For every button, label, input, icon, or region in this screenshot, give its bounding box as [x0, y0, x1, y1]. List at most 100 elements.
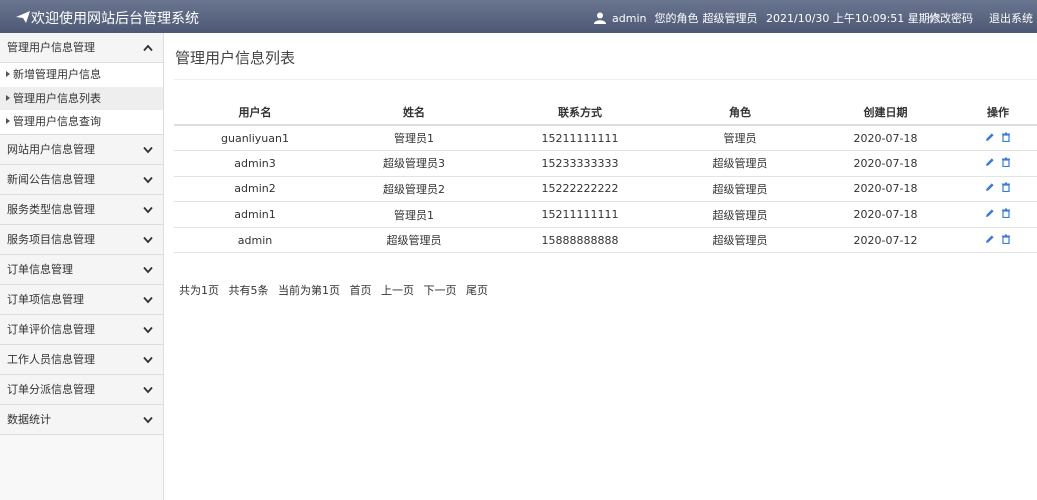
pager-last-link[interactable]: 尾页 [466, 284, 488, 297]
delete-trash-icon[interactable] [1001, 157, 1011, 167]
sidebar-item-label: 新增管理用户信息 [13, 68, 101, 81]
column-header-created: 创建日期 [812, 100, 959, 126]
sidebar-item-admin-query[interactable]: 管理用户信息查询 [0, 110, 163, 134]
admin-user-table: 用户名 姓名 联系方式 角色 创建日期 操作 guanliyuan1 管理员1 … [174, 100, 1037, 254]
sidebar-group-label: 工作人员信息管理 [7, 352, 95, 366]
chevron-up-icon [143, 44, 153, 52]
sidebar-group-label: 服务类型信息管理 [7, 202, 95, 216]
sidebar-group-order-dispatch[interactable]: 订单分派信息管理 [0, 374, 163, 405]
sidebar-group-orders[interactable]: 订单信息管理 [0, 254, 163, 285]
role-value: 超级管理员 [702, 12, 758, 25]
edit-pencil-icon[interactable] [985, 182, 995, 192]
sidebar-item-admin-list[interactable]: 管理用户信息列表 [0, 86, 163, 110]
cell-name: 管理员1 [336, 125, 492, 152]
edit-pencil-icon[interactable] [985, 157, 995, 167]
sidebar-group-staff[interactable]: 工作人员信息管理 [0, 344, 163, 375]
cell-contact: 15222222222 [492, 176, 668, 203]
cell-name: 超级管理员 [336, 227, 492, 254]
role-label: 您的角色 [654, 12, 699, 25]
change-password-link[interactable]: 修改密码 [929, 10, 973, 26]
sidebar-group-service-types[interactable]: 服务类型信息管理 [0, 194, 163, 225]
chevron-down-icon [143, 236, 153, 243]
pager-current-page: 当前为第1页 [278, 284, 340, 297]
pager-first-link[interactable]: 首页 [350, 284, 372, 297]
cell-actions [959, 201, 1037, 228]
delete-trash-icon[interactable] [1001, 182, 1011, 193]
app-brand: 欢迎使用网站后台管理系统 [16, 8, 199, 28]
sidebar-item-label: 管理用户信息查询 [13, 115, 101, 128]
chevron-down-icon [143, 356, 153, 363]
sidebar-group-site-users[interactable]: 网站用户信息管理 [0, 134, 163, 165]
edit-pencil-icon[interactable] [985, 208, 995, 218]
pager-total-pages: 共为1页 [179, 284, 219, 297]
top-header: 欢迎使用网站后台管理系统 admin 您的角色 超级管理员 2021/10/30… [0, 0, 1037, 33]
cell-role: 超级管理员 [668, 227, 812, 254]
cell-actions [959, 125, 1037, 152]
cell-actions [959, 227, 1037, 254]
sidebar-group-admin-users[interactable]: 管理用户信息管理 [0, 33, 163, 63]
delete-trash-icon[interactable] [1001, 132, 1011, 142]
app-title: 欢迎使用网站后台管理系统 [31, 11, 199, 27]
cell-created: 2020-07-12 [812, 227, 959, 254]
column-header-name: 姓名 [336, 100, 492, 126]
cell-created: 2020-07-18 [812, 176, 959, 203]
caret-right-icon [6, 71, 10, 77]
column-header-contact: 联系方式 [492, 100, 668, 126]
cell-name: 管理员1 [336, 201, 492, 228]
cell-username: admin [174, 227, 336, 254]
cell-name: 超级管理员2 [336, 176, 492, 203]
chevron-down-icon [143, 266, 153, 273]
edit-pencil-icon[interactable] [985, 132, 995, 142]
sidebar-group-label: 新闻公告信息管理 [7, 172, 95, 186]
cell-role: 超级管理员 [668, 176, 812, 203]
cell-username: guanliyuan1 [174, 125, 336, 152]
sidebar-group-statistics[interactable]: 数据统计 [0, 404, 163, 435]
table-row: admin3 超级管理员3 15233333333 超级管理员 2020-07-… [174, 150, 1037, 177]
sidebar-item-label: 管理用户信息列表 [13, 91, 101, 105]
cell-contact: 15233333333 [492, 150, 668, 177]
cell-created: 2020-07-18 [812, 201, 959, 228]
table-row: admin2 超级管理员2 15222222222 超级管理员 2020-07-… [174, 176, 1037, 203]
table-row: admin1 管理员1 15211111111 超级管理员 2020-07-18 [174, 201, 1037, 228]
pager-total-records: 共有5条 [228, 284, 269, 297]
logout-link[interactable]: 退出系统 [989, 10, 1033, 26]
delete-trash-icon[interactable] [1001, 234, 1011, 244]
sidebar-submenu: 新增管理用户信息 管理用户信息列表 管理用户信息查询 [0, 63, 163, 135]
sidebar-group-service-items[interactable]: 服务项目信息管理 [0, 224, 163, 255]
sidebar-item-add-admin[interactable]: 新增管理用户信息 [0, 63, 163, 87]
sidebar-group-label: 管理用户信息管理 [7, 41, 95, 54]
sidebar-group-label: 数据统计 [7, 412, 51, 426]
cell-contact: 15211111111 [492, 201, 668, 228]
chevron-down-icon [143, 326, 153, 333]
chevron-down-icon [143, 146, 153, 153]
sidebar-group-label: 网站用户信息管理 [7, 142, 95, 156]
user-info: admin 您的角色 超级管理员 [594, 10, 757, 26]
cell-name: 超级管理员3 [336, 150, 492, 177]
delete-trash-icon[interactable] [1001, 208, 1011, 219]
divider [174, 79, 1037, 80]
sidebar-group-label: 订单评价信息管理 [7, 322, 95, 336]
sidebar-group-order-items[interactable]: 订单项信息管理 [0, 284, 163, 315]
sidebar-group-order-reviews[interactable]: 订单评价信息管理 [0, 314, 163, 345]
pager-prev-link[interactable]: 上一页 [381, 284, 414, 297]
cell-role: 超级管理员 [668, 201, 812, 228]
cell-contact: 15888888888 [492, 227, 668, 254]
cell-username: admin2 [174, 176, 336, 203]
sidebar-group-label: 服务项目信息管理 [7, 232, 95, 246]
cell-role: 超级管理员 [668, 150, 812, 177]
table-row: admin 超级管理员 15888888888 超级管理员 2020-07-12 [174, 227, 1037, 254]
cell-username: admin3 [174, 150, 336, 177]
sidebar-group-label: 订单分派信息管理 [7, 382, 95, 396]
sidebar: 管理用户信息管理 新增管理用户信息 管理用户信息列表 管理用户信息查询 网站用户… [0, 33, 164, 500]
cell-created: 2020-07-18 [812, 125, 959, 152]
current-datetime: 2021/10/30 上午10:09:51 星期六 [766, 12, 941, 25]
send-arrow-icon [16, 11, 30, 26]
caret-right-icon [6, 118, 10, 124]
sidebar-group-label: 订单信息管理 [7, 262, 73, 276]
cell-created: 2020-07-18 [812, 150, 959, 177]
cell-actions [959, 176, 1037, 203]
column-header-username: 用户名 [174, 100, 336, 126]
edit-pencil-icon[interactable] [985, 234, 995, 244]
pager-next-link[interactable]: 下一页 [424, 284, 457, 297]
sidebar-group-news[interactable]: 新闻公告信息管理 [0, 164, 163, 195]
